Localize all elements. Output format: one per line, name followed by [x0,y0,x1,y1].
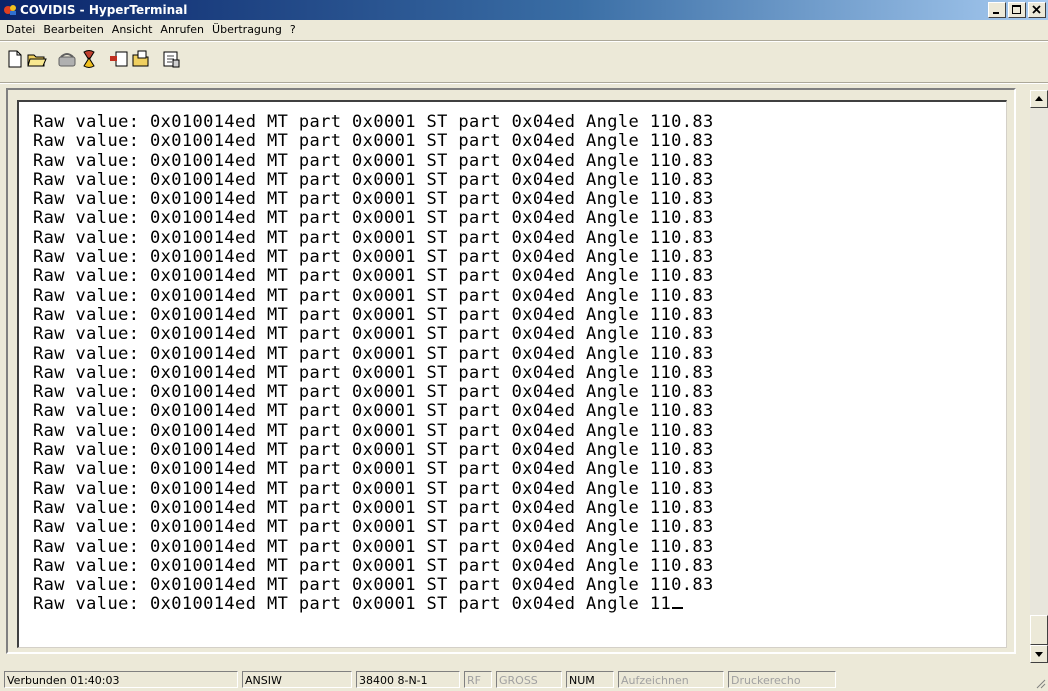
vertical-scrollbar[interactable] [1030,90,1048,663]
text-cursor [672,607,684,610]
status-print-echo: Druckerecho [728,671,836,688]
toolbar-separator [0,82,1048,84]
disconnect-icon[interactable] [78,48,100,70]
status-caps: GROSS [496,671,562,688]
scroll-down-icon[interactable] [1030,645,1048,663]
terminal-line: Raw value: 0x010014ed MT part 0x0001 ST … [33,285,714,306]
terminal-line: Raw value: 0x010014ed MT part 0x0001 ST … [33,112,714,132]
terminal-line: Raw value: 0x010014ed MT part 0x0001 ST … [33,131,714,152]
menu-bearbeiten[interactable]: Bearbeiten [39,20,107,39]
terminal-line: Raw value: 0x010014ed MT part 0x0001 ST … [33,440,714,461]
terminal-line: Raw value: 0x010014ed MT part 0x0001 ST … [33,343,714,364]
status-scroll: RF [464,671,492,688]
send-icon[interactable] [108,48,130,70]
terminal-line: Raw value: 0x010014ed MT part 0x0001 ST … [33,420,714,441]
terminal-line: Raw value: 0x010014ed MT part 0x0001 ST … [33,575,714,596]
status-emulation: ANSIW [242,671,352,688]
menu-separator [0,40,1048,42]
terminal-line: Raw value: 0x010014ed MT part 0x0001 ST … [33,304,714,325]
status-port-settings: 38400 8-N-1 [356,671,460,688]
terminal-line: Raw value: 0x010014ed MT part 0x0001 ST … [33,595,714,614]
menu-datei[interactable]: Datei [0,20,39,39]
menu-bar: Datei Bearbeiten Ansicht Anrufen Übertra… [0,20,1048,39]
terminal-line: Raw value: 0x010014ed MT part 0x0001 ST … [33,401,714,422]
terminal-line: Raw value: 0x010014ed MT part 0x0001 ST … [33,324,714,345]
terminal-line: Raw value: 0x010014ed MT part 0x0001 ST … [33,169,714,190]
status-bar: Verbunden 01:40:03 ANSIW 38400 8-N-1 RF … [0,669,1048,691]
minimize-icon[interactable] [988,2,1006,18]
terminal-line: Raw value: 0x010014ed MT part 0x0001 ST … [33,497,714,518]
terminal-line: Raw value: 0x010014ed MT part 0x0001 ST … [33,150,714,171]
scroll-up-icon[interactable] [1030,90,1048,108]
properties-icon[interactable] [160,48,182,70]
status-connection: Verbunden 01:40:03 [4,671,238,688]
window-controls [986,2,1046,18]
menu-ansicht[interactable]: Ansicht [108,20,157,39]
resize-grip-icon[interactable] [1034,677,1046,689]
terminal-line: Raw value: 0x010014ed MT part 0x0001 ST … [33,189,714,210]
terminal-line: Raw value: 0x010014ed MT part 0x0001 ST … [33,555,714,576]
terminal-line: Raw value: 0x010014ed MT part 0x0001 ST … [33,536,714,557]
scroll-thumb[interactable] [1030,615,1048,645]
terminal-line: Raw value: 0x010014ed MT part 0x0001 ST … [33,362,714,383]
open-folder-icon[interactable] [26,48,48,70]
terminal-line: Raw value: 0x010014ed MT part 0x0001 ST … [33,459,714,480]
terminal-line: Raw value: 0x010014ed MT part 0x0001 ST … [33,247,714,268]
window-title: COVIDIS - HyperTerminal [20,3,188,17]
title-bar: COVIDIS - HyperTerminal [0,0,1048,20]
hyperterminal-icon[interactable] [3,3,17,17]
terminal-line: Raw value: 0x010014ed MT part 0x0001 ST … [33,382,714,403]
terminal-line: Raw value: 0x010014ed MT part 0x0001 ST … [33,227,714,248]
receive-icon[interactable] [130,48,152,70]
status-capture: Aufzeichnen [618,671,724,688]
menu-anrufen[interactable]: Anrufen [156,20,208,39]
menu-help[interactable]: ? [286,20,300,39]
terminal-line: Raw value: 0x010014ed MT part 0x0001 ST … [33,266,714,287]
terminal-line: Raw value: 0x010014ed MT part 0x0001 ST … [33,478,714,499]
maximize-icon[interactable] [1008,2,1026,18]
menu-uebertragung[interactable]: Übertragung [208,20,286,39]
close-icon[interactable] [1028,2,1046,18]
terminal-line: Raw value: 0x010014ed MT part 0x0001 ST … [33,208,714,229]
terminal-line: Raw value: 0x010014ed MT part 0x0001 ST … [33,517,714,538]
new-document-icon[interactable] [4,48,26,70]
call-icon[interactable] [56,48,78,70]
terminal-output[interactable]: Raw value: 0x010014ed MT part 0x0001 ST … [17,100,1007,648]
terminal-lines: Raw value: 0x010014ed MT part 0x0001 ST … [33,112,714,615]
status-num: NUM [566,671,614,688]
